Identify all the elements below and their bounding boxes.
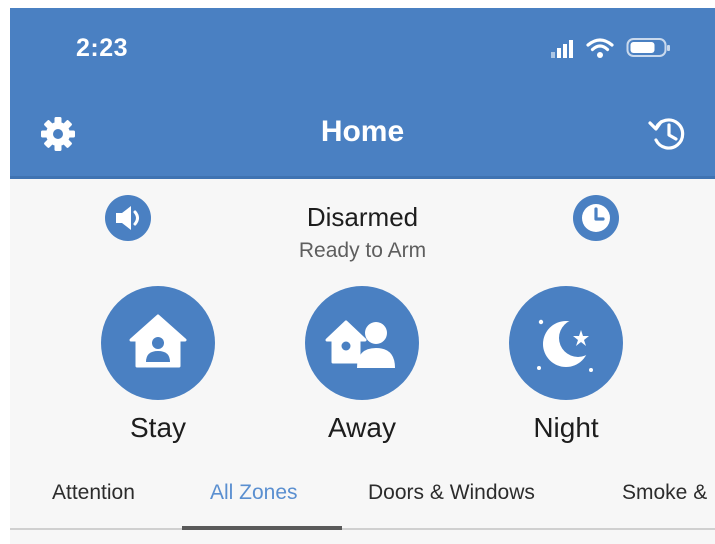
night-label: Night xyxy=(533,412,599,443)
zone-tabs: Attention All Zones Doors & Windows Smok… xyxy=(10,466,715,530)
away-label: Away xyxy=(328,412,396,443)
wifi-icon xyxy=(586,38,614,58)
tab-doors-windows[interactable]: Doors & Windows xyxy=(368,481,535,505)
house-people-icon xyxy=(325,320,395,368)
header-bar: 2:23 Home xyxy=(10,8,715,176)
arm-stay-button[interactable]: Stay xyxy=(88,286,228,456)
away-circle xyxy=(305,286,419,400)
tab-attention[interactable]: Attention xyxy=(52,481,135,505)
stay-circle xyxy=(101,286,215,400)
alarm-substate: Ready to Arm xyxy=(298,239,427,262)
clock-icon xyxy=(573,195,619,241)
page-title: Home xyxy=(320,115,405,148)
status-bar-time: 2:23 xyxy=(76,34,129,62)
battery-icon xyxy=(626,38,670,57)
app-screen: 2:23 Home Disarmed Ready to Arm Stay Awa… xyxy=(10,8,715,544)
house-person-icon xyxy=(129,314,187,368)
moon-stars-icon xyxy=(537,319,597,372)
tab-smoke[interactable]: Smoke & xyxy=(622,481,707,505)
cellular-signal-icon xyxy=(551,40,573,58)
header-divider xyxy=(10,176,715,179)
stay-label: Stay xyxy=(129,412,187,443)
history-icon xyxy=(648,118,685,150)
arm-away-button[interactable]: Away xyxy=(292,286,432,456)
active-tab-indicator xyxy=(182,526,342,530)
night-circle xyxy=(509,286,623,400)
arm-night-button[interactable]: Night xyxy=(496,286,636,456)
screenshot: 2:23 Home Disarmed Ready to Arm Stay Awa… xyxy=(0,0,715,544)
status-bar-icons xyxy=(550,36,690,60)
tab-track xyxy=(10,528,715,530)
history-button[interactable] xyxy=(646,112,690,156)
tab-all-zones[interactable]: All Zones xyxy=(210,481,298,505)
schedule-button[interactable] xyxy=(572,194,620,242)
